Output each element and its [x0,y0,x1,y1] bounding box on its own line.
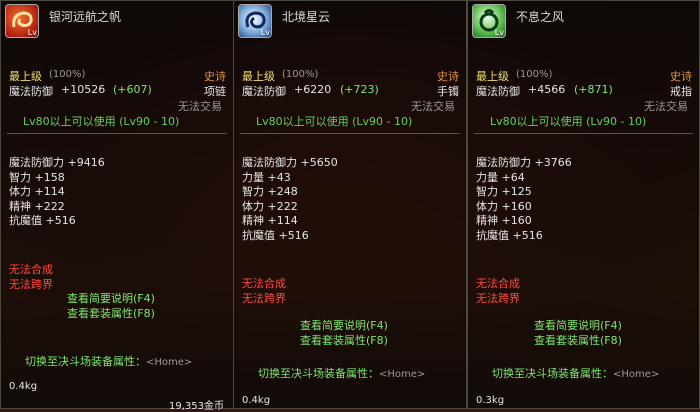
view-set-attributes-link[interactable]: 查看套装属性(F8) [67,307,155,322]
help-links: 查看简要说明(F4) 查看套装属性(F8) [534,319,622,348]
stats-list: 魔法防御力 +5650 力量 +43 智力 +248 体力 +222 精神 +1… [242,156,338,243]
stat-line: 魔法防御力 +3766 [476,156,572,169]
defense-bonus: (+607) [113,83,152,96]
level-requirement: Lv80以上可以使用 (Lv90 - 10) [23,115,180,128]
item-rarity: 史诗 [670,70,692,83]
stat-line: 智力 +125 [476,185,532,198]
view-set-attributes-link[interactable]: 查看套装属性(F8) [300,334,388,349]
switch-key: <Home> [613,369,660,380]
blue-swirl-icon: Lv [238,4,272,38]
stat-line: 精神 +114 [242,214,298,227]
stat-line: 魔法防御力 +9416 [9,156,105,169]
view-summary-link[interactable]: 查看简要说明(F4) [300,319,388,334]
divider [7,133,227,134]
item-price: 19,353金币 [169,401,224,412]
item-tooltip-ring: Lv 不息之风 最上级 (100%) 史诗 魔法防御 +4566 (+871) … [467,0,700,409]
restriction-line: 无法合成 [476,277,520,290]
grade-percent: (100%) [516,69,553,80]
item-rarity: 史诗 [437,70,459,83]
trade-status: 无法交易 [644,100,688,113]
divider [240,133,460,134]
stat-line: 精神 +160 [476,214,532,227]
item-weight: 0.3kg [476,395,505,406]
item-name: 北境星云 [282,10,331,24]
trade-status: 无法交易 [411,100,455,113]
divider [474,133,693,134]
switch-label: 切换至决斗场装备属性： [258,367,379,380]
item-name: 不息之风 [516,10,565,24]
help-links: 查看简要说明(F4) 查看套装属性(F8) [67,292,155,321]
item-slot: 项链 [204,85,226,98]
stat-line: 精神 +222 [9,199,65,213]
defense-label: 魔法防御 [242,85,286,98]
restrictions: 无法合成 无法跨界 [242,277,286,306]
restriction-line: 无法跨界 [476,291,520,305]
trade-status: 无法交易 [178,100,222,113]
level-requirement: Lv80以上可以使用 (Lv90 - 10) [490,115,647,128]
defense-value: +4566 [528,83,566,96]
defense-label: 魔法防御 [476,85,520,98]
stat-line: 魔法防御力 +5650 [242,156,338,169]
level-requirement: Lv80以上可以使用 (Lv90 - 10) [256,115,413,128]
item-rarity: 史诗 [204,70,226,83]
restriction-line: 无法跨界 [242,291,286,305]
stats-list: 魔法防御力 +9416 智力 +158 体力 +114 精神 +222 抗魔值 … [9,156,105,229]
view-summary-link[interactable]: 查看简要说明(F4) [534,319,622,334]
stat-line: 力量 +43 [242,170,291,184]
stat-line: 力量 +64 [476,170,525,184]
restriction-line: 无法跨界 [9,277,53,291]
switch-key: <Home> [379,369,426,380]
stat-line: 智力 +158 [9,170,65,184]
item-grade: 最上级 [242,70,275,83]
item-tooltip-bracelet: Lv 北境星云 最上级 (100%) 史诗 魔法防御 +6220 (+723) … [233,0,467,409]
stat-line: 体力 +160 [476,199,532,213]
item-slot: 戒指 [670,85,692,98]
grade-percent: (100%) [282,69,319,80]
stat-line: 体力 +114 [9,185,65,198]
switch-key: <Home> [146,357,193,368]
item-weight: 0.4kg [242,395,271,406]
item-slot: 手镯 [437,85,459,98]
item-tooltip-necklace: Lv 银河远航之帆 最上级 (100%) 史诗 魔法防御 +10526 (+60… [0,0,234,412]
red-swirl-icon: Lv [5,4,39,38]
restrictions: 无法合成 无法跨界 [476,277,520,306]
restriction-line: 无法合成 [242,277,286,290]
item-grade: 最上级 [9,70,42,83]
defense-value: +10526 [61,83,106,96]
stat-line: 体力 +222 [242,199,298,213]
switch-label: 切换至决斗场装备属性： [25,355,146,368]
view-set-attributes-link[interactable]: 查看套装属性(F8) [534,334,622,349]
restrictions: 无法合成 无法跨界 [9,263,53,292]
switch-arena-attributes[interactable]: 切换至决斗场装备属性：<Home> [25,353,192,369]
stats-list: 魔法防御力 +3766 力量 +64 智力 +125 体力 +160 精神 +1… [476,156,572,243]
stat-line: 智力 +248 [242,185,298,198]
grade-percent: (100%) [49,69,86,80]
defense-bonus: (+723) [340,83,379,96]
defense-bonus: (+871) [574,83,613,96]
item-name: 银河远航之帆 [49,10,122,24]
switch-arena-attributes[interactable]: 切换至决斗场装备属性：<Home> [258,365,425,381]
stat-line: 抗魔值 +516 [476,228,543,242]
switch-label: 切换至决斗场装备属性： [492,367,613,380]
defense-label: 魔法防御 [9,85,53,98]
restriction-line: 无法合成 [9,263,53,276]
item-grade: 最上级 [476,70,509,83]
stat-line: 抗魔值 +516 [242,228,309,242]
help-links: 查看简要说明(F4) 查看套装属性(F8) [300,319,388,348]
view-summary-link[interactable]: 查看简要说明(F4) [67,292,155,307]
stat-line: 抗魔值 +516 [9,214,76,227]
item-weight: 0.4kg [9,381,38,392]
defense-value: +6220 [294,83,332,96]
switch-arena-attributes[interactable]: 切换至决斗场装备属性：<Home> [492,365,659,381]
green-swirl-icon: Lv [472,4,506,38]
